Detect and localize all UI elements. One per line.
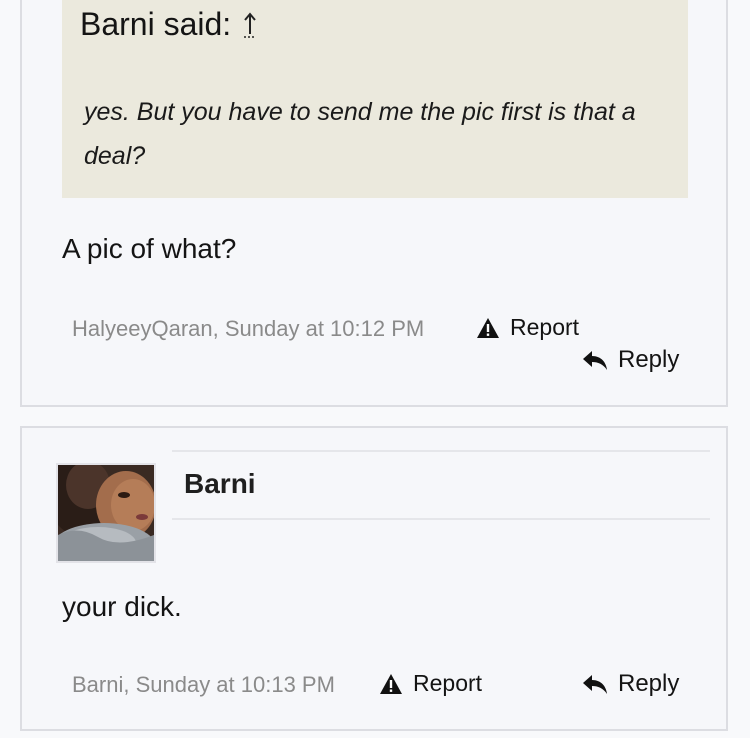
message-text: A pic of what? bbox=[62, 233, 237, 264]
quote-block: Barni said: yes. But you have to send me… bbox=[62, 0, 688, 198]
author-name[interactable]: Barni bbox=[184, 468, 256, 500]
quote-author-label: Barni said: bbox=[80, 6, 232, 42]
report-label: Report bbox=[413, 670, 483, 696]
warning-icon bbox=[380, 673, 402, 694]
avatar[interactable] bbox=[56, 463, 156, 563]
author-header: Barni bbox=[172, 450, 710, 520]
warning-icon bbox=[477, 317, 499, 338]
post-2: Barni your dick. Barni, Sunday at 10:13 … bbox=[20, 426, 728, 731]
post-meta[interactable]: HalyeeyQaran, Sunday at 10:12 PM bbox=[72, 316, 424, 342]
quote-text: yes. But you have to send me the pic fir… bbox=[84, 98, 636, 170]
quote-header: Barni said: bbox=[80, 6, 259, 43]
reply-button[interactable]: Reply bbox=[582, 346, 679, 374]
reply-button[interactable]: Reply bbox=[582, 670, 679, 698]
report-button[interactable]: Report bbox=[379, 670, 482, 697]
report-button[interactable]: Report bbox=[476, 314, 579, 341]
reply-label: Reply bbox=[618, 670, 680, 697]
reply-icon bbox=[583, 675, 607, 694]
arrow-up-jump-icon[interactable] bbox=[241, 10, 259, 40]
reply-label: Reply bbox=[618, 346, 680, 373]
report-label: Report bbox=[510, 314, 580, 340]
post-1: Barni said: yes. But you have to send me… bbox=[20, 0, 728, 407]
message-text: your dick. bbox=[62, 591, 182, 622]
post-meta[interactable]: Barni, Sunday at 10:13 PM bbox=[72, 672, 335, 698]
reply-icon bbox=[583, 351, 607, 370]
